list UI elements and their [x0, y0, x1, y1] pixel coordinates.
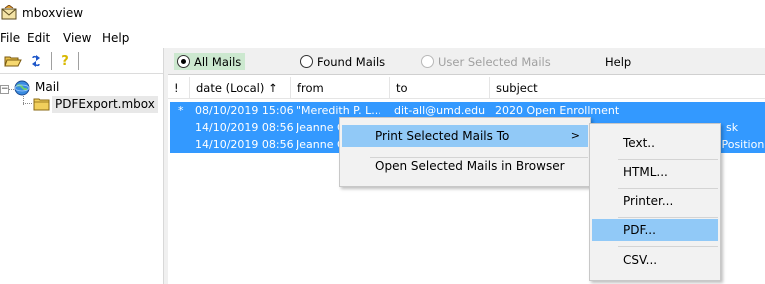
help-button[interactable]: ?: [55, 51, 75, 71]
folder-icon: [33, 97, 51, 111]
tree-collapse-toggle[interactable]: −: [0, 85, 9, 94]
open-folder-icon: [4, 56, 22, 67]
column-header-flag[interactable]: !: [168, 77, 190, 99]
radio-label: Found Mails: [317, 54, 386, 69]
filter-bar: All Mails Found Mails User Selected Mail…: [168, 48, 765, 75]
radio-unchecked-icon: [421, 55, 434, 68]
cell-subject: 2020 Open Enrollment: [495, 104, 620, 117]
cell-to: dit-all@umd.edu: [394, 104, 486, 117]
menu-item-print-selected[interactable]: Print Selected Mails To >: [342, 125, 588, 147]
title-bar: mboxview: [0, 0, 765, 28]
menu-separator: [618, 246, 718, 247]
toolbar-separator: [51, 52, 52, 70]
radio-label: User Selected Mails: [438, 54, 551, 69]
column-header-to[interactable]: to: [390, 77, 490, 99]
cell-flag: *: [178, 104, 184, 117]
refresh-button[interactable]: [26, 51, 46, 71]
folder-tree: − Mail PDFExport.mbox: [0, 74, 163, 284]
menu-item-open-browser[interactable]: Open Selected Mails in Browser: [342, 155, 588, 177]
menu-item-label: Print Selected Mails To: [375, 129, 510, 143]
submenu-item-printer[interactable]: Printer...: [592, 190, 718, 212]
app-icon: [1, 4, 19, 21]
submenu-item-pdf[interactable]: PDF...: [592, 219, 718, 241]
print-submenu: Text.. HTML... Printer... PDF... CSV...: [589, 123, 721, 281]
radio-unchecked-icon: [300, 55, 313, 68]
open-folder-button[interactable]: [3, 51, 23, 71]
cell-date: 14/10/2019 08:56: [195, 121, 294, 134]
window-title: mboxview: [22, 6, 84, 20]
menu-separator: [618, 217, 718, 218]
menu-file[interactable]: File: [0, 31, 20, 45]
help-link[interactable]: Help: [605, 55, 631, 69]
mail-globe-icon: [14, 80, 31, 97]
column-header-date[interactable]: date (Local) ↑: [190, 77, 291, 99]
menu-edit[interactable]: Edit: [27, 31, 50, 45]
menu-separator: [618, 188, 718, 189]
radio-label: All Mails: [194, 54, 242, 69]
refresh-icon: [32, 55, 40, 67]
menu-bar: File Edit View Help: [0, 28, 765, 48]
menu-view[interactable]: View: [63, 31, 91, 45]
radio-all-mails[interactable]: All Mails: [174, 53, 246, 70]
submenu-item-csv[interactable]: CSV...: [592, 249, 718, 271]
submenu-item-text[interactable]: Text..: [592, 132, 718, 154]
submenu-item-html[interactable]: HTML...: [592, 161, 718, 183]
tree-root-mail[interactable]: Mail: [35, 80, 59, 94]
cell-subject: sk: [726, 121, 739, 134]
radio-user-selected[interactable]: User Selected Mails: [421, 53, 551, 70]
cell-date: 08/10/2019 15:06: [195, 104, 294, 117]
radio-checked-icon: [177, 55, 190, 68]
chevron-right-icon: >: [570, 129, 580, 142]
column-header-from[interactable]: from: [291, 77, 390, 99]
menu-help[interactable]: Help: [102, 31, 129, 45]
tree-item-pdfexport[interactable]: PDFExport.mbox: [52, 96, 158, 113]
tree-connector: [23, 103, 32, 104]
cell-date: 14/10/2019 08:56: [195, 138, 294, 151]
cell-from: "Meredith P. L...: [296, 104, 380, 117]
column-header-subject[interactable]: subject: [490, 77, 765, 99]
context-menu: Print Selected Mails To > Open Selected …: [339, 117, 591, 187]
help-icon: ?: [61, 53, 69, 69]
menu-separator: [618, 159, 718, 160]
toolbar: ?: [0, 48, 163, 74]
menu-item-label: Open Selected Mails in Browser: [375, 159, 565, 173]
radio-found-mails[interactable]: Found Mails: [300, 53, 385, 70]
column-header-row: ! date (Local) ↑ from to subject: [168, 77, 765, 99]
toolbar-separator: [78, 52, 79, 70]
